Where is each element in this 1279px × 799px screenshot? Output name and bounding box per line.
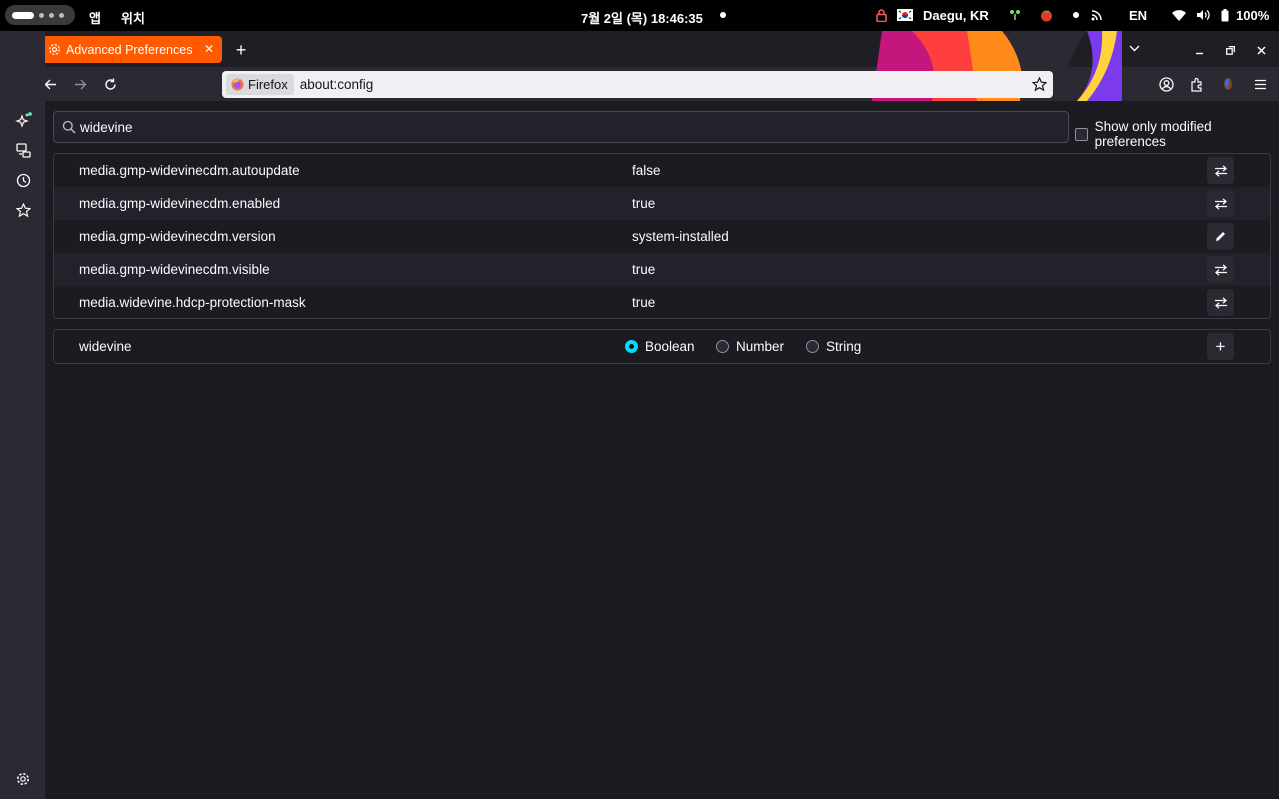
preference-name: media.gmp-widevinecdm.version <box>79 229 276 244</box>
clock[interactable]: 7월 2일 (목) 18:46:35 <box>581 8 703 27</box>
app-menu-hamburger-icon[interactable] <box>1251 75 1269 93</box>
tab-advanced-preferences[interactable]: Advanced Preferences ✕ <box>40 36 222 63</box>
minimize-window-icon[interactable] <box>1192 43 1206 57</box>
preference-name: media.gmp-widevinecdm.visible <box>79 262 270 277</box>
ai-chatbot-sparkle-icon[interactable] <box>13 111 33 129</box>
table-row: media.gmp-widevinecdm.enabled true <box>54 187 1270 220</box>
tomato-timer-icon[interactable] <box>1039 8 1053 22</box>
preference-search-input[interactable]: widevine <box>53 111 1069 143</box>
preferences-table: media.gmp-widevinecdm.autoupdate false m… <box>53 153 1271 319</box>
preference-name: media.widevine.hdcp-protection-mask <box>79 295 306 310</box>
forward-arrow-icon[interactable] <box>71 76 89 92</box>
extension-indicator-icon[interactable] <box>1008 8 1021 22</box>
restore-window-icon[interactable] <box>1223 43 1237 57</box>
add-preference-button[interactable]: + <box>1207 333 1234 360</box>
preference-value: true <box>632 262 656 277</box>
preference-value: system-installed <box>632 229 729 244</box>
type-radio-number[interactable]: Number <box>716 339 784 354</box>
table-row: media.gmp-widevinecdm.visible true <box>54 253 1270 286</box>
toggle-icon <box>1214 296 1227 309</box>
show-modified-only-label: Show only modified preferences <box>1094 119 1212 149</box>
weather-location[interactable]: Daegu, KR <box>923 8 989 23</box>
preference-value: false <box>632 163 661 178</box>
bookmarks-star-icon[interactable] <box>13 201 33 219</box>
toggle-icon <box>1214 263 1227 276</box>
radio-button-selected[interactable] <box>625 340 638 353</box>
workspace-dot <box>39 12 44 18</box>
new-preference-name: widevine <box>79 339 132 354</box>
firefox-logo-icon <box>231 78 244 91</box>
toggle-button[interactable] <box>1207 190 1234 217</box>
reload-icon[interactable] <box>101 76 119 92</box>
url-text[interactable]: about:config <box>300 77 374 92</box>
tab-title: Advanced Preferences <box>66 42 193 57</box>
radio-button[interactable] <box>806 340 819 353</box>
workspace-dot <box>49 12 54 18</box>
tab-close-button[interactable]: ✕ <box>204 42 214 56</box>
identity-box[interactable]: Firefox <box>226 74 294 95</box>
korea-flag-icon <box>897 8 913 22</box>
list-all-tabs-chevron-down-icon[interactable] <box>1127 41 1141 55</box>
volume-icon[interactable] <box>1196 8 1210 22</box>
show-modified-only-checkbox[interactable]: Show only modified preferences <box>1075 119 1279 149</box>
type-radio-boolean[interactable]: Boolean <box>625 339 695 354</box>
new-tab-button[interactable]: + <box>232 40 250 60</box>
wifi-icon[interactable] <box>1172 8 1186 22</box>
add-new-preference-row: widevine Boolean Number String + <box>53 329 1271 364</box>
extensions-puzzle-icon[interactable] <box>1188 75 1206 93</box>
type-label: Boolean <box>645 339 695 354</box>
workspace-indicator[interactable] <box>5 5 75 25</box>
edit-icon <box>1216 232 1225 241</box>
search-value: widevine <box>80 119 133 135</box>
account-avatar-icon[interactable] <box>1157 75 1175 93</box>
address-bar[interactable]: Firefox about:config <box>222 71 1053 98</box>
toggle-button[interactable] <box>1207 289 1234 316</box>
workspace-dot <box>59 12 64 18</box>
toggle-icon <box>1214 197 1227 210</box>
gear-icon <box>48 43 61 56</box>
preference-name: media.gmp-widevinecdm.autoupdate <box>79 163 300 178</box>
preference-value: true <box>632 295 656 310</box>
active-workspace-pill <box>12 11 34 19</box>
location-menu-button[interactable]: 위치 <box>121 8 145 27</box>
checkbox-box[interactable] <box>1075 127 1088 141</box>
battery-percentage: 100% <box>1236 8 1270 23</box>
radio-button[interactable] <box>716 340 729 353</box>
preference-value: true <box>632 196 656 211</box>
identity-label: Firefox <box>248 77 288 92</box>
status-dot-icon <box>1073 12 1079 18</box>
table-row: media.widevine.hdcp-protection-mask true <box>54 286 1270 318</box>
lock-icon[interactable] <box>875 8 887 22</box>
sidebar-settings-gear-icon[interactable] <box>13 770 33 788</box>
toggle-button[interactable] <box>1207 256 1234 283</box>
synced-tabs-icon[interactable] <box>13 141 33 159</box>
rss-feed-icon[interactable] <box>1090 8 1102 22</box>
bookmark-star-icon[interactable] <box>1032 77 1047 92</box>
input-language-indicator[interactable]: EN <box>1129 8 1147 23</box>
table-row: media.gmp-widevinecdm.autoupdate false <box>54 154 1270 187</box>
search-icon <box>62 120 76 137</box>
notification-dot-icon <box>720 12 726 18</box>
apps-menu-button[interactable]: 앱 <box>89 8 101 27</box>
history-clock-icon[interactable] <box>13 171 33 189</box>
close-window-icon[interactable] <box>1254 43 1268 57</box>
system-top-bar: 앱 위치 7월 2일 (목) 18:46:35 Daegu, KR EN 100… <box>0 0 1279 31</box>
type-label: String <box>826 339 862 354</box>
edit-button[interactable] <box>1207 223 1234 250</box>
table-row: media.gmp-widevinecdm.version system-ins… <box>54 220 1270 253</box>
type-label: Number <box>736 339 785 354</box>
type-radio-string[interactable]: String <box>806 339 861 354</box>
preference-name: media.gmp-widevinecdm.enabled <box>79 196 281 211</box>
extension-button-icon[interactable] <box>1220 75 1236 93</box>
toggle-icon <box>1214 164 1227 177</box>
toggle-button[interactable] <box>1207 157 1234 184</box>
battery-icon[interactable] <box>1221 8 1229 22</box>
